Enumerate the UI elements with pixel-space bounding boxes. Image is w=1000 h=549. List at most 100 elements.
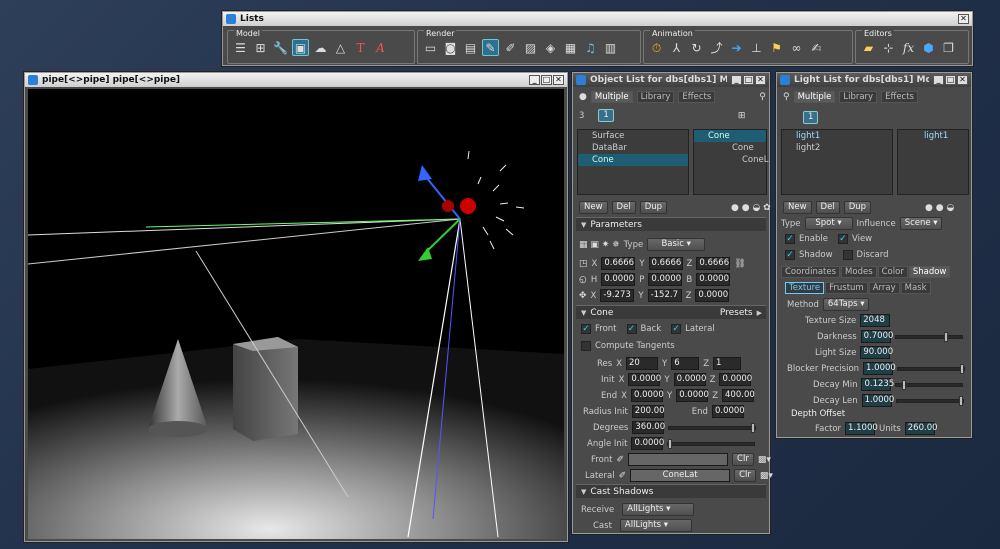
pin-icon[interactable]: ⊞ xyxy=(738,111,746,121)
music-note-icon[interactable]: ♫ xyxy=(582,39,599,56)
tab-multiple[interactable]: Multiple xyxy=(590,91,633,103)
decay-min-field[interactable]: 0.1235 xyxy=(861,378,894,391)
compute-tangents-checkbox[interactable] xyxy=(581,341,591,351)
delete-button[interactable]: Del xyxy=(611,201,636,214)
light-size-field[interactable]: 90.000 xyxy=(860,346,893,359)
receive-dropdown[interactable]: AllLights ▾ xyxy=(622,503,695,516)
camera-icon[interactable]: ◙ xyxy=(442,39,459,56)
folder-icon[interactable]: ▰ xyxy=(860,39,877,56)
tree-item[interactable]: ConeL xyxy=(694,154,769,166)
texture-browse-icon[interactable]: ▩▾ xyxy=(760,471,773,481)
light-type-dropdown[interactable]: Spot ▾ xyxy=(804,217,853,230)
tree-item[interactable]: Cone xyxy=(694,130,766,142)
scale-z-field[interactable]: 0.6666 xyxy=(696,257,731,270)
pos-y-field[interactable]: -152.7 xyxy=(647,289,682,302)
pitch-field[interactable]: 0.0000 xyxy=(648,273,683,286)
tab-color[interactable]: Color xyxy=(877,266,908,278)
cast-shadows-section[interactable]: ▼ Cast Shadows xyxy=(576,484,766,498)
method-dropdown[interactable]: 64Taps ▾ xyxy=(822,298,869,311)
end-x-field[interactable]: 0.0000 xyxy=(630,389,664,402)
maximize-icon[interactable]: □ xyxy=(945,75,956,85)
init-z-field[interactable]: 0.0000 xyxy=(719,373,752,386)
res-y-field[interactable]: 6 xyxy=(671,357,700,370)
close-icon[interactable]: ✕ xyxy=(755,75,766,85)
stopwatch-icon[interactable]: ⏱ xyxy=(648,39,665,56)
triangle-icon[interactable]: △ xyxy=(332,39,349,56)
duplicate-button[interactable]: Dup xyxy=(639,201,668,214)
tab-modes[interactable]: Modes xyxy=(841,266,877,278)
transform-icon[interactable]: ⊹ xyxy=(880,39,897,56)
light-list-titlebar[interactable]: Light List for dbs[dbs1] Modifi... _□✕ xyxy=(777,73,971,87)
front-checkbox[interactable]: ✓ xyxy=(581,324,591,334)
end-y-field[interactable]: 0.0000 xyxy=(676,389,709,402)
texture-size-field[interactable]: 2048 xyxy=(860,314,891,327)
copy-icon[interactable]: ❐ xyxy=(940,39,957,56)
axis-icon[interactable]: ⅄ xyxy=(668,39,685,56)
blocker-precision-field[interactable]: 1.0000 xyxy=(863,362,896,375)
index-button[interactable]: 1 xyxy=(803,111,819,124)
menu-icon[interactable]: ☰ xyxy=(232,39,249,56)
close-icon[interactable]: ✕ xyxy=(553,75,564,85)
rotate-icon[interactable]: ↻ xyxy=(688,39,705,56)
sphere-icon[interactable]: ● ● ◒ xyxy=(925,203,954,213)
bank-field[interactable]: 0.0000 xyxy=(696,273,731,286)
brush-icon[interactable]: ✐ xyxy=(502,39,519,56)
back-checkbox[interactable]: ✓ xyxy=(626,324,637,334)
list-item[interactable]: DataBar xyxy=(578,142,688,154)
wrench-icon[interactable]: 🔧 xyxy=(272,39,289,56)
list-item[interactable]: light2 xyxy=(782,142,892,154)
influence-dropdown[interactable]: Scene ▾ xyxy=(899,217,942,230)
init-y-field[interactable]: 0.0000 xyxy=(673,373,706,386)
units-field[interactable]: 260.00 xyxy=(904,422,938,435)
init-x-field[interactable]: 0.0000 xyxy=(628,373,661,386)
front-texture-field[interactable] xyxy=(628,453,729,466)
flag-icon[interactable]: ⚑ xyxy=(768,39,785,56)
params-tool-icons[interactable]: ▦ ▣ ✷ ✵ xyxy=(579,240,620,250)
text-icon[interactable]: T xyxy=(352,39,369,56)
viewport-titlebar[interactable]: pipe[<>pipe] pipe[<>pipe] _ □ ✕ xyxy=(25,73,567,87)
tab-array[interactable]: Array xyxy=(868,282,900,294)
tree-item[interactable]: Cone xyxy=(694,142,766,154)
paint-icon[interactable]: ◈ xyxy=(542,39,559,56)
angle-init-slider[interactable] xyxy=(667,438,756,449)
darkness-slider[interactable] xyxy=(894,331,963,342)
light-gizmo[interactable] xyxy=(460,198,476,214)
angle-init-field[interactable]: 0.0000 xyxy=(631,437,664,450)
parameters-section[interactable]: ▼ Parameters xyxy=(576,217,766,231)
duplicate-button[interactable]: Dup xyxy=(843,201,872,214)
texture-icon[interactable]: ▨ xyxy=(522,39,539,56)
shader-icon[interactable]: ▦ xyxy=(562,39,579,56)
tab-texture[interactable]: Texture xyxy=(785,282,825,294)
tab-effects[interactable]: Effects xyxy=(678,91,716,103)
presets-menu[interactable]: Presets xyxy=(720,308,753,318)
object-list-titlebar[interactable]: Object List for dbs[dbs1] Modifi... _□✕ xyxy=(573,73,769,87)
close-icon[interactable]: ✕ xyxy=(958,14,969,24)
end-z-field[interactable]: 400.00 xyxy=(722,389,755,402)
object-list-box[interactable]: Surface DataBar Cone xyxy=(577,129,689,195)
list-item[interactable]: light1 xyxy=(782,130,892,142)
texture-browse-icon[interactable]: ▩▾ xyxy=(758,455,771,465)
film-icon[interactable]: ▤ xyxy=(462,39,479,56)
new-button[interactable]: New xyxy=(579,201,608,214)
tab-shadow[interactable]: Shadow xyxy=(908,266,951,278)
tree-tool-icon[interactable]: ⚲ xyxy=(759,92,766,102)
res-x-field[interactable]: 20 xyxy=(626,357,659,370)
play-arrow-icon[interactable]: ➔ xyxy=(728,39,745,56)
lateral-checkbox[interactable]: ✓ xyxy=(671,324,682,334)
script-icon[interactable]: ✍ xyxy=(808,39,825,56)
tab-library[interactable]: Library xyxy=(839,91,878,103)
fx-icon[interactable]: fx xyxy=(900,39,917,56)
filmstrip-icon[interactable]: ▥ xyxy=(602,39,619,56)
new-button[interactable]: New xyxy=(783,201,812,214)
heading-field[interactable]: 0.0000 xyxy=(601,273,636,286)
cube-select-icon[interactable]: ▣ xyxy=(292,39,309,56)
light-bulb-icon[interactable]: ✎ xyxy=(482,39,499,56)
discard-checkbox[interactable] xyxy=(842,250,853,260)
decay-min-slider[interactable] xyxy=(895,379,964,390)
tab-effects[interactable]: Effects xyxy=(881,91,918,103)
ruler-icon[interactable]: ⊥ xyxy=(748,39,765,56)
minimize-icon[interactable]: _ xyxy=(933,75,944,85)
lists-titlebar[interactable]: Lists ✕ xyxy=(223,12,972,26)
pos-x-field[interactable]: -9.273 xyxy=(600,289,635,302)
darkness-field[interactable]: 0.7000 xyxy=(860,330,893,343)
